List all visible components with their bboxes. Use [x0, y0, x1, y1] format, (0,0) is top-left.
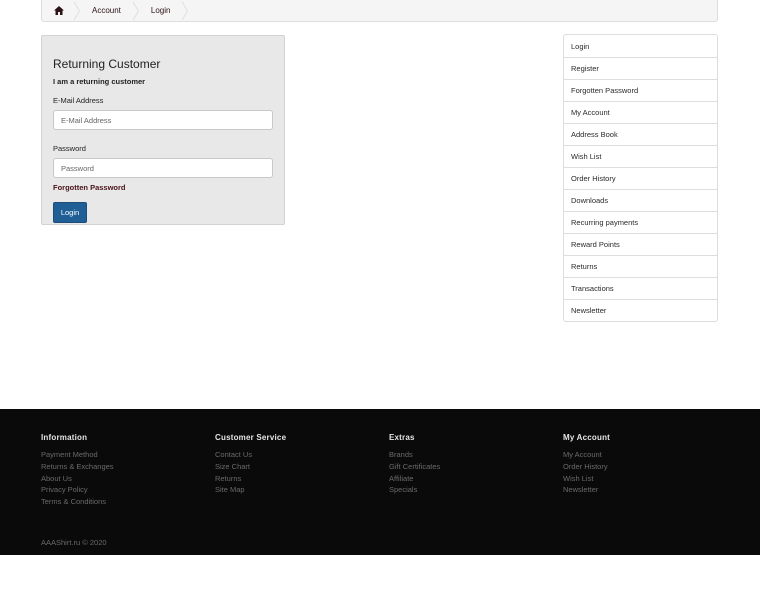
password-label: Password [53, 144, 86, 153]
breadcrumb-account-label: Account [92, 6, 121, 15]
footer-link[interactable]: Privacy Policy [41, 484, 114, 496]
footer-link[interactable]: Newsletter [563, 484, 610, 496]
breadcrumb-home[interactable] [42, 0, 80, 21]
footer-link[interactable]: About Us [41, 473, 114, 485]
sidebar-item-wish-list[interactable]: Wish List [564, 145, 717, 167]
footer-column-my-account: My Account My Account Order History Wish… [563, 433, 610, 496]
footer-link[interactable]: Wish List [563, 473, 610, 485]
footer-link[interactable]: Terms & Conditions [41, 496, 114, 508]
footer-link[interactable]: Site Map [215, 484, 286, 496]
sidebar-item-register[interactable]: Register [564, 57, 717, 79]
footer-link[interactable]: Returns [215, 473, 286, 485]
footer-heading: My Account [563, 433, 611, 442]
sidebar-item-transactions[interactable]: Transactions [564, 277, 717, 299]
footer-link[interactable]: Brands [389, 449, 440, 461]
login-button[interactable]: Login [53, 202, 87, 223]
returning-customer-subtitle: I am a returning customer [53, 77, 146, 86]
footer-link[interactable]: My Account [563, 449, 610, 461]
footer-column-extras: Extras Brands Gift Certificates Affiliat… [389, 433, 440, 496]
footer-link[interactable]: Specials [389, 484, 440, 496]
breadcrumb-login-label: Login [150, 6, 171, 15]
site-footer: Information Payment Method Returns & Exc… [0, 409, 760, 555]
returning-customer-panel: Returning Customer I am a returning cust… [41, 35, 285, 225]
footer-heading: Extras [389, 433, 415, 442]
email-placeholder: E-Mail Address [61, 115, 112, 125]
password-field[interactable]: Password [53, 158, 273, 178]
sidebar-item-reward-points[interactable]: Reward Points [564, 233, 717, 255]
sidebar-item-my-account[interactable]: My Account [564, 101, 717, 123]
breadcrumb-login[interactable]: Login [135, 0, 189, 21]
sidebar-item-order-history[interactable]: Order History [564, 167, 717, 189]
breadcrumb-account[interactable]: Account [76, 0, 139, 21]
sidebar-item-forgotten-password[interactable]: Forgotten Password [564, 79, 717, 101]
email-field[interactable]: E-Mail Address [53, 110, 273, 130]
footer-heading: Information [41, 433, 88, 442]
footer-column-customer-service: Customer Service Contact Us Size Chart R… [215, 433, 286, 496]
sidebar-item-returns[interactable]: Returns [564, 255, 717, 277]
sidebar-item-downloads[interactable]: Downloads [564, 189, 717, 211]
sidebar-item-login[interactable]: Login [564, 35, 717, 57]
forgotten-password-link[interactable]: Forgotten Password [53, 183, 273, 192]
footer-link[interactable]: Affiliate [389, 473, 440, 485]
footer-link[interactable]: Contact Us [215, 449, 286, 461]
returning-customer-title: Returning Customer [53, 57, 161, 71]
copyright-text: AAAShirt.ru © 2020 [41, 538, 107, 547]
footer-link[interactable]: Payment Method [41, 449, 114, 461]
sidebar-item-newsletter[interactable]: Newsletter [564, 299, 717, 321]
home-icon [54, 6, 64, 15]
footer-link[interactable]: Gift Certificates [389, 461, 440, 473]
email-label: E-Mail Address [53, 96, 104, 105]
sidebar-item-recurring-payments[interactable]: Recurring payments [564, 211, 717, 233]
footer-link[interactable]: Size Chart [215, 461, 286, 473]
password-placeholder: Password [61, 163, 94, 173]
footer-column-information: Information Payment Method Returns & Exc… [41, 433, 114, 508]
footer-heading: Customer Service [215, 433, 287, 442]
breadcrumb: Account Login [41, 0, 718, 22]
footer-link[interactable]: Returns & Exchanges [41, 461, 114, 473]
footer-link[interactable]: Order History [563, 461, 610, 473]
account-sidebar: Login Register Forgotten Password My Acc… [563, 34, 718, 322]
sidebar-item-address-book[interactable]: Address Book [564, 123, 717, 145]
